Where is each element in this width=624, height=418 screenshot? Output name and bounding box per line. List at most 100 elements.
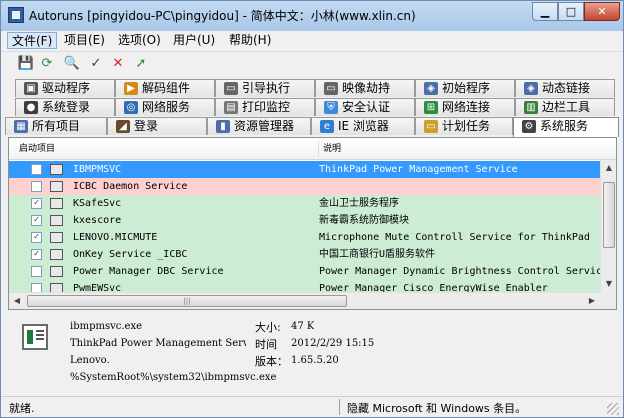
printer-icon: ▤ xyxy=(224,101,238,114)
service-icon xyxy=(50,198,63,209)
menu-bar: 文件(F) 项目(E) 选项(O) 用户(U) 帮助(H) xyxy=(1,31,623,50)
close-button[interactable]: ✕ xyxy=(584,2,620,21)
status-text: 就绪. xyxy=(9,402,35,415)
title-bar[interactable]: Autoruns [pingyidou-PC\pingyidou] - 简体中文… xyxy=(1,1,623,31)
delete-icon[interactable]: ✕ xyxy=(109,55,127,73)
row-name: Power Manager DBC Service xyxy=(73,266,224,277)
tab-winlogon[interactable]: ● 系统登录 xyxy=(15,98,115,116)
tab-label: 系统登录 xyxy=(42,100,91,114)
refresh-icon[interactable]: ⟳ xyxy=(38,55,56,73)
row-description: 新毒霸系统防御模块 xyxy=(319,215,409,226)
vertical-scroll-thumb[interactable] xyxy=(603,182,615,248)
menu-help[interactable]: 帮助(H) xyxy=(225,32,275,49)
tab-known-dlls[interactable]: ◈ 动态链接 xyxy=(515,79,615,97)
status-divider xyxy=(339,399,340,415)
save-icon[interactable]: 💾 xyxy=(17,55,35,73)
detail-file-name: ibmpmsvc.exe xyxy=(70,321,143,332)
tab-network-providers[interactable]: ⊞ 网络连接 xyxy=(415,98,515,116)
logon-icon: ◢ xyxy=(116,120,130,133)
tab-label: 边栏工具 xyxy=(542,100,591,114)
jump-icon[interactable]: ➚ xyxy=(132,55,150,73)
tab-label: 初始程序 xyxy=(442,81,491,95)
tab-label: 驱动程序 xyxy=(42,81,91,95)
service-icon xyxy=(50,249,63,260)
row-checkbox[interactable]: ✓ xyxy=(31,215,42,226)
tab-boot-execute[interactable]: ▭ 引导执行 xyxy=(215,79,315,97)
row-checkbox[interactable] xyxy=(31,266,42,277)
explorer-icon: ▮ xyxy=(216,120,230,133)
tab-drivers[interactable]: ▣ 驱动程序 xyxy=(15,79,115,97)
service-icon xyxy=(50,164,63,175)
find-icon[interactable]: 🔍 xyxy=(63,55,81,73)
table-row[interactable]: ✓ LENOVO.MICMUTE Microphone Mute Control… xyxy=(9,229,600,246)
image-hijack-icon: ▭ xyxy=(324,82,338,95)
horizontal-scrollbar[interactable]: ◀ ||| ▶ xyxy=(9,292,600,309)
task-icon: ▭ xyxy=(424,120,438,133)
tab-label: 动态链接 xyxy=(542,81,591,95)
tab-everything[interactable]: ▦ 所有项目 xyxy=(5,117,107,135)
table-row[interactable]: ICBC Daemon Service xyxy=(9,178,600,195)
column-header-entry[interactable]: 启动项目 xyxy=(19,138,55,160)
horizontal-scroll-thumb[interactable]: ||| xyxy=(27,295,347,307)
tab-label: IE 浏览器 xyxy=(338,119,389,133)
row-checkbox[interactable]: ✓ xyxy=(31,249,42,260)
tab-explorer[interactable]: ▮ 资源管理器 xyxy=(207,117,311,135)
vertical-scrollbar[interactable]: ▲ ▼ xyxy=(600,160,616,292)
tab-internet-explorer[interactable]: e IE 浏览器 xyxy=(311,117,415,135)
tab-services[interactable]: ⚙ 系统服务 xyxy=(513,117,619,137)
tab-label: 网络连接 xyxy=(442,100,491,114)
maximize-button[interactable]: □ xyxy=(558,2,584,21)
tab-scheduled-tasks[interactable]: ▭ 计划任务 xyxy=(415,117,513,135)
tab-logon[interactable]: ◢ 登录 xyxy=(107,117,207,135)
service-icon xyxy=(50,232,63,243)
detail-company: Lenovo. xyxy=(70,355,110,366)
menu-user[interactable]: 用户(U) xyxy=(169,32,219,49)
row-checkbox[interactable] xyxy=(31,181,42,192)
table-row[interactable]: ✓ KSafeSvc 金山卫士服务程序 xyxy=(9,195,600,212)
scroll-right-arrow-icon[interactable]: ▶ xyxy=(584,293,600,309)
scroll-down-arrow-icon[interactable]: ▼ xyxy=(601,276,616,292)
verify-icon[interactable]: ✓ xyxy=(87,55,105,73)
tab-image-hijacks[interactable]: ▭ 映像劫持 xyxy=(315,79,415,97)
menu-options[interactable]: 选项(O) xyxy=(114,32,165,49)
row-description: Power Manager Dynamic Brightness Control… xyxy=(319,266,601,277)
table-row[interactable]: Power Manager DBC Service Power Manager … xyxy=(9,263,601,280)
column-divider[interactable] xyxy=(318,141,319,157)
time-value: 2012/2/29 15:15 xyxy=(291,338,375,349)
menu-file[interactable]: 文件(F) xyxy=(7,32,58,49)
category-tabs: ▣ 驱动程序 ▶ 解码组件 ▭ 引导执行 ▭ 映像劫持 ◈ 初始程序 ◈ 动态链接 ● 系统登… xyxy=(5,79,619,137)
tab-sidebar-gadgets[interactable]: ▥ 边栏工具 xyxy=(515,98,615,116)
tab-winsock[interactable]: ◎ 网络服务 xyxy=(115,98,215,116)
executable-file-icon xyxy=(22,324,48,350)
tab-print-monitors[interactable]: ▤ 打印监控 xyxy=(215,98,315,116)
status-bar: 就绪. 隐藏 Microsoft 和 Windows 条目。 xyxy=(1,396,623,417)
row-checkbox[interactable]: ✓ xyxy=(31,232,42,243)
scroll-up-arrow-icon[interactable]: ▲ xyxy=(601,160,616,176)
row-description: ThinkPad Power Management Service xyxy=(319,164,518,175)
minimize-button[interactable]: ▁ xyxy=(532,2,558,21)
row-checkbox[interactable]: ✓ xyxy=(31,198,42,209)
filter-status-text: 隐藏 Microsoft 和 Windows 条目。 xyxy=(347,402,527,415)
tab-label: 引导执行 xyxy=(242,81,291,95)
tab-codecs[interactable]: ▶ 解码组件 xyxy=(115,79,215,97)
menu-entry[interactable]: 项目(E) xyxy=(60,32,109,49)
driver-icon: ▣ xyxy=(24,82,38,95)
scroll-left-arrow-icon[interactable]: ◀ xyxy=(9,293,25,309)
detail-image-path: %SystemRoot%\system32\ibmpmsvc.exe xyxy=(70,372,277,383)
version-value: 1.65.5.20 xyxy=(291,355,339,366)
table-row[interactable]: ✓ OnKey Service _ICBC 中国工商银行U盾服务软件 xyxy=(9,246,600,263)
tab-appinit[interactable]: ◈ 初始程序 xyxy=(415,79,515,97)
size-label: 大小: xyxy=(255,321,281,334)
row-checkbox[interactable] xyxy=(31,164,42,175)
network-provider-icon: ⊞ xyxy=(424,101,438,114)
table-row[interactable]: ✓ kxescore 新毒霸系统防御模块 xyxy=(9,212,600,229)
row-name: ICBC Daemon Service xyxy=(73,181,188,192)
row-name: KSafeSvc xyxy=(73,198,122,209)
tab-lsa-providers[interactable]: ⛨ 安全认证 xyxy=(315,98,415,116)
resize-grip[interactable] xyxy=(607,403,619,415)
tab-label: 系统服务 xyxy=(540,119,589,133)
boot-icon: ▭ xyxy=(224,82,238,95)
shield-icon: ⛨ xyxy=(324,101,338,114)
column-header-description[interactable]: 说明 xyxy=(323,138,341,160)
table-row[interactable]: IBMPMSVC ThinkPad Power Management Servi… xyxy=(9,161,600,178)
